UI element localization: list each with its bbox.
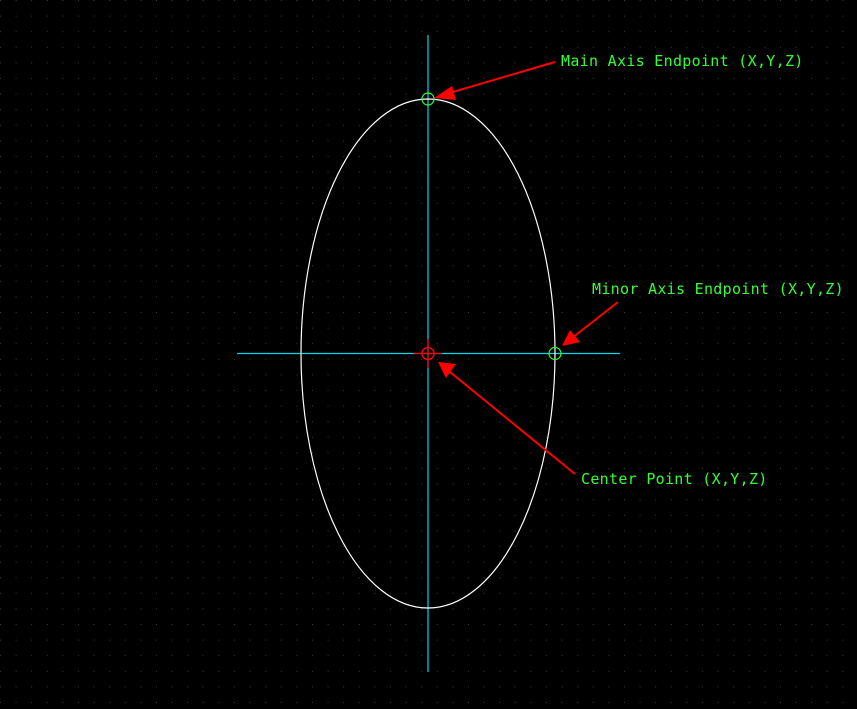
ellipse-diagram: Main Axis Endpoint (X,Y,Z) Minor Axis En…: [0, 0, 857, 709]
center-point-label: Center Point (X,Y,Z): [581, 470, 768, 488]
main-axis-endpoint-label: Main Axis Endpoint (X,Y,Z): [561, 52, 804, 70]
cad-drawing-canvas[interactable]: Main Axis Endpoint (X,Y,Z) Minor Axis En…: [0, 0, 857, 709]
minor-axis-endpoint-label: Minor Axis Endpoint (X,Y,Z): [592, 280, 844, 298]
